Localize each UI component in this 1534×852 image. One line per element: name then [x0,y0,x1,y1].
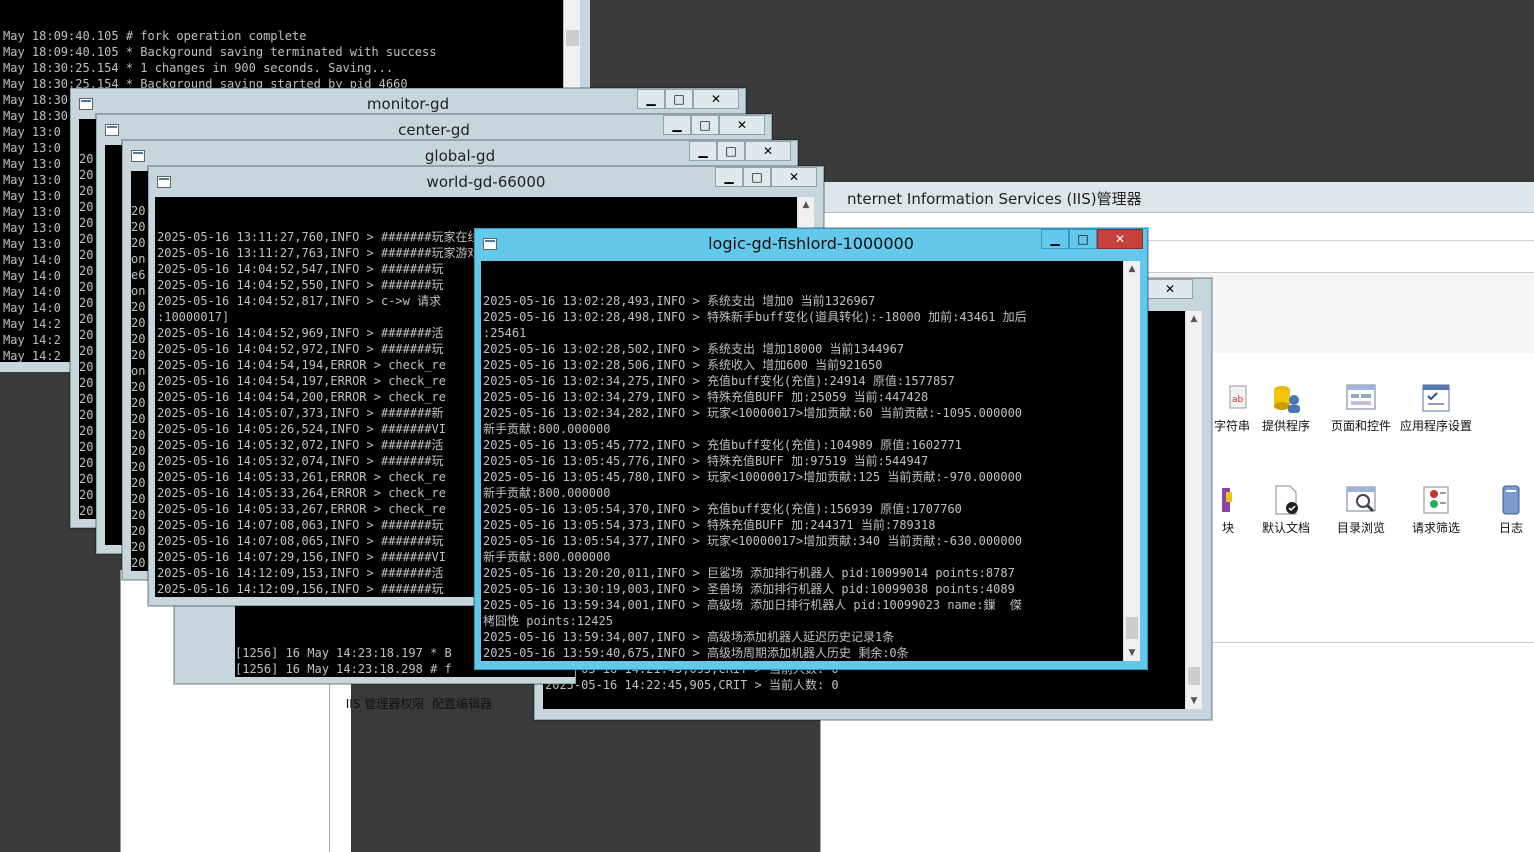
scroll-down-arrow[interactable]: ▼ [1124,645,1140,661]
default-document-icon [1270,484,1302,516]
log-line: 2025-05-16 13:30:19,003,INFO > 圣兽场 添加排行机… [483,582,1015,596]
iis-title: nternet Information Services (IIS)管理器 [847,190,1142,208]
scroll-thumb[interactable] [1126,617,1138,639]
maximize-button[interactable]: □ [691,115,719,135]
window-system-icon[interactable] [483,238,497,250]
close-button[interactable]: ✕ [1097,229,1143,249]
maximize-button[interactable]: □ [665,89,693,109]
app-settings-icon [1420,382,1452,414]
window-title: world-gd-66000 [426,173,546,191]
scroll-up-arrow[interactable]: ▲ [798,197,814,213]
top-console-frame [580,0,590,90]
log-line: 新手贡献:800.000000 [483,550,611,564]
log-line: 新手贡献:800.000000 [483,486,611,500]
directory-browsing-icon [1345,484,1377,516]
log-line: 2025-05-16 13:05:54,377,INFO > 玩家<100000… [483,534,1023,548]
log-line: 2025-05-16 13:02:28,506,INFO > 系统收入 增加60… [483,358,883,372]
window-system-icon[interactable] [79,98,93,110]
pages-controls-icon [1345,382,1377,414]
logic-console: 2025-05-16 13:02:28,493,INFO > 系统支出 增加0 … [481,261,1125,661]
logic-scrollbar[interactable]: ▲ ▼ [1123,261,1140,661]
window-system-icon[interactable] [105,124,119,136]
request-filtering-icon [1420,484,1452,516]
log-line: 2025-05-16 13:59:34,001,INFO > 高级场 添加日排行… [483,598,1022,612]
close-button[interactable]: ✕ [771,167,817,187]
iis-feature-default-document[interactable]: 默认文档 [1244,484,1328,536]
window-title: global-gd [424,147,496,165]
close-button[interactable]: ✕ [745,141,791,161]
window-title: center-gd [398,121,470,139]
crit-scrollbar[interactable]: ▲ ▼ [1185,311,1202,709]
providers-icon [1270,382,1302,414]
window-system-icon[interactable] [131,150,145,162]
log-line: 2025-05-16 13:02:28,498,INFO > 特殊新手buff变… [483,310,1027,324]
scroll-up-arrow[interactable]: ▲ [1186,311,1202,327]
iis-feature-iis-permissions[interactable]: IIS 管理器权限 [343,680,427,712]
scroll-thumb[interactable] [1188,667,1200,685]
minimize-button[interactable]: ▁ [689,141,717,161]
log-line: 栲囧悗 points:12425 [483,614,613,628]
minimize-button[interactable]: ▁ [637,89,665,109]
log-line: :25461 [483,326,527,340]
scroll-thumb[interactable] [566,30,579,46]
iis-feature-pages-controls[interactable]: 页面和控件 [1319,382,1403,434]
svg-text:ab: ab [1232,395,1244,405]
maximize-button[interactable]: □ [1069,229,1097,249]
log-line: 2025-05-16 13:59:34,007,INFO > 高级场添加机器人延… [483,630,895,644]
log-line: 2025-05-16 13:05:45,776,INFO > 特殊充值BUFF … [483,454,929,468]
log-line: 2025-05-16 14:22:45,905,CRIT > 当前人数: 0 [545,678,839,692]
logging-icon [1495,484,1527,516]
log-line: 2025-05-16 13:02:34,282,INFO > 玩家<100000… [483,406,1023,420]
log-line: 2025-05-16 13:02:34,279,INFO > 特殊充值BUFF … [483,390,929,404]
minimize-button[interactable]: ▁ [715,167,743,187]
iis-feature-directory-browsing[interactable]: 目录浏览 [1319,484,1403,536]
log-line: 新手贡献:800.000000 [483,422,611,436]
minimize-button[interactable]: ▁ [663,115,691,135]
log-line: 2025-05-16 13:05:45,780,INFO > 玩家<100000… [483,470,1023,484]
minimize-button[interactable]: ▁ [1041,229,1069,249]
close-button[interactable]: ✕ [693,89,739,109]
log-line: 2025-05-16 13:05:54,373,INFO > 特殊充值BUFF … [483,518,936,532]
top-console-scrollbar[interactable] [563,0,581,90]
log-line: 2025-05-16 13:05:54,370,INFO > 充值buff变化(… [483,502,962,516]
log-line: 2025-05-16 13:02:28,502,INFO > 系统支出 增加18… [483,342,905,356]
iis-feature-providers[interactable]: 提供程序 [1244,382,1328,434]
close-button[interactable]: ✕ [719,115,765,135]
log-line: May 18:09:40.105 * Background saving ter… [3,45,437,59]
iis-feature-logging[interactable]: 日志 [1469,484,1534,536]
iis-titlebar[interactable]: nternet Information Services (IIS)管理器 [821,182,1534,213]
maximize-button[interactable]: □ [743,167,771,187]
log-line: May 18:09:40.105 # fork operation comple… [3,29,307,43]
log-line: 2025-05-16 13:02:28,493,INFO > 系统支出 增加0 … [483,294,876,308]
scroll-up-arrow[interactable]: ▲ [1124,261,1140,277]
log-line: 2025-05-16 13:05:45,772,INFO > 充值buff变化(… [483,438,962,452]
close-button[interactable]: ✕ [1147,279,1193,299]
logic-window[interactable]: logic-gd-fishlord-1000000 ▁ □ ✕ 2025-05-… [474,228,1148,670]
window-title: logic-gd-fishlord-1000000 [708,234,914,253]
iis-feature-request-filtering[interactable]: 请求筛选 [1394,484,1478,536]
log-line: 2025-05-16 13:20:20,011,INFO > 巨鲨场 添加排行机… [483,566,1015,580]
log-line: May 18:30:25.154 * 1 changes in 900 seco… [3,61,394,75]
console-bottom-edge [0,362,70,372]
window-title: monitor-gd [366,95,450,113]
scroll-down-arrow[interactable]: ▼ [1186,693,1202,709]
window-system-icon[interactable] [157,176,171,188]
console-log-lines: 2025-05-16 13:02:28,493,INFO > 系统支出 增加0 … [483,293,1125,661]
maximize-button[interactable]: □ [717,141,745,161]
iis-feature-app-settings[interactable]: 应用程序设置 [1394,382,1478,434]
iis-feature-config-editor[interactable]: 配置编辑器 [420,680,504,712]
log-line: 2025-05-16 13:02:34,275,INFO > 充值buff变化(… [483,374,955,388]
log-line: 2025-05-16 13:59:40,675,INFO > 高级场周期添加机器… [483,646,909,660]
